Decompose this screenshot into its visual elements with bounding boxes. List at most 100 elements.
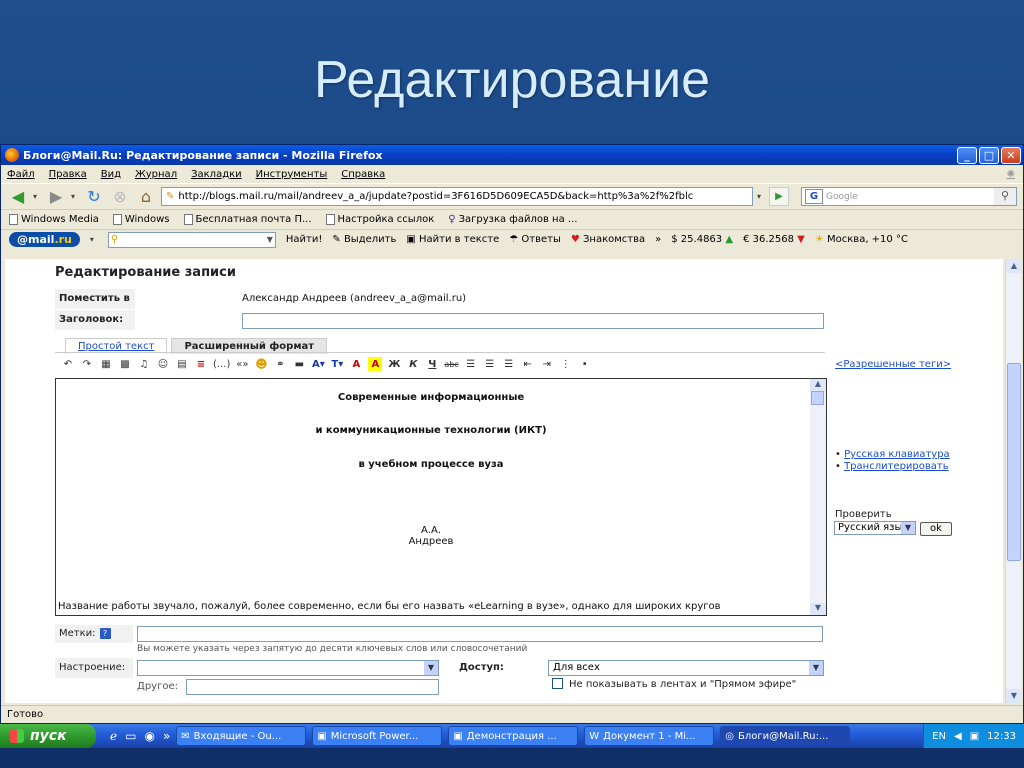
language-indicator[interactable]: EN [932, 731, 946, 742]
dating-button[interactable]: ♥ Знакомства [571, 234, 645, 245]
font-size-button[interactable]: T▾ [330, 357, 344, 371]
url-text[interactable]: http://blogs.mail.ru/mail/andreev_a_a/ju… [178, 191, 693, 202]
editor-author-initials[interactable]: А.А. [56, 525, 806, 536]
media-player-icon[interactable]: ◉ [144, 729, 154, 743]
numbered-list-icon[interactable]: ⋮ [559, 357, 573, 371]
scroll-down-icon[interactable]: ▼ [1006, 689, 1022, 703]
minimize-button[interactable]: _ [957, 146, 977, 164]
transliterate-link[interactable]: Транслитерировать [844, 461, 949, 472]
insert-user-icon[interactable]: ☺ [156, 357, 170, 371]
underline-button[interactable]: Ч [425, 357, 439, 371]
find-in-text-button[interactable]: ▣ Найти в тексте [406, 234, 499, 245]
reload-icon[interactable]: ↻ [83, 186, 105, 208]
usd-rate[interactable]: $ 25.4863 ▲ [671, 234, 733, 245]
task-firefox[interactable]: ◎ Блоги@Mail.Ru:... [720, 726, 851, 746]
menu-bookmarks[interactable]: Закладки [191, 169, 242, 180]
menu-help[interactable]: Справка [341, 169, 385, 180]
align-right-icon[interactable]: ☰ [502, 357, 516, 371]
task-outlook[interactable]: ✉ Входящие - Ou... [176, 726, 307, 746]
allowed-tags-link[interactable]: <Разрешенные теги> [835, 359, 951, 370]
network-icon[interactable]: ▣ [970, 731, 979, 742]
home-icon[interactable]: ⌂ [135, 186, 157, 208]
go-arrow-icon[interactable]: ▶ [769, 187, 789, 206]
bold-button[interactable]: Ж [387, 357, 401, 371]
tags-input[interactable] [137, 626, 823, 642]
menu-tools[interactable]: Инструменты [256, 169, 328, 180]
back-arrow-icon[interactable]: ◀ [7, 186, 29, 208]
window-titlebar[interactable]: Блоги@Mail.Ru: Редактирование записи - M… [1, 145, 1023, 165]
eur-rate[interactable]: € 36.2568 ▼ [743, 234, 805, 245]
forward-arrow-icon[interactable]: ▶ [45, 186, 67, 208]
mood-select[interactable]: ▼ [137, 660, 439, 676]
task-word[interactable]: W Документ 1 - Mi... [584, 726, 715, 746]
spellcheck-ok-button[interactable]: ok [920, 522, 952, 536]
editor-line-3[interactable]: в учебном процессе вуза [56, 459, 806, 470]
bulleted-list-icon[interactable]: • [578, 357, 592, 371]
address-bar[interactable]: ✎ http://blogs.mail.ru/mail/andreev_a_a/… [161, 187, 753, 206]
maximize-button[interactable]: □ [979, 146, 999, 164]
stop-icon[interactable]: ⊗ [109, 186, 131, 208]
rich-text-editor[interactable]: Современные информационные и коммуникаци… [55, 378, 827, 616]
scroll-up-icon[interactable]: ▲ [810, 379, 826, 391]
clock[interactable]: 12:33 [987, 731, 1016, 742]
search-box[interactable]: G Google ⚲ [801, 187, 1017, 206]
quotes-button[interactable]: «» [235, 357, 249, 371]
close-button[interactable]: ✕ [1001, 146, 1021, 164]
smiley-icon[interactable]: ☻ [254, 357, 268, 371]
task-demo[interactable]: ▣ Демонстрация ... [448, 726, 579, 746]
editor-author-name[interactable]: Андреев [56, 536, 806, 547]
start-button[interactable]: пуск [0, 724, 96, 748]
strikethrough-button[interactable]: abc [444, 357, 458, 371]
redo-icon[interactable]: ↷ [80, 357, 94, 371]
insert-image-icon[interactable]: ▦ [99, 357, 113, 371]
bookmark-windows-media[interactable]: Windows Media [9, 214, 99, 225]
forward-history-dropdown-icon[interactable]: ▾ [71, 192, 79, 201]
scroll-down-icon[interactable]: ▼ [810, 603, 826, 615]
url-history-dropdown-icon[interactable]: ▾ [757, 192, 765, 201]
insert-photo-icon[interactable]: ▤ [175, 357, 189, 371]
search-placeholder[interactable]: Google [826, 192, 858, 202]
answers-button[interactable]: ☂ Ответы [509, 234, 561, 245]
page-scroll-thumb[interactable] [1007, 363, 1021, 561]
tray-collapse-icon[interactable]: ◀ [954, 731, 962, 742]
bookmark-file-upload[interactable]: ♀ Загрузка файлов на ... [448, 214, 577, 225]
scroll-up-icon[interactable]: ▲ [1006, 259, 1022, 273]
chevron-down-icon[interactable]: ▼ [267, 235, 273, 244]
bookmark-link-settings[interactable]: Настройка ссылок [325, 214, 434, 225]
editor-paragraph[interactable]: Название работы звучало, пожалуй, более … [58, 601, 808, 612]
access-select[interactable]: Для всех ▼ [548, 660, 824, 676]
chevron-down-icon[interactable]: ▼ [424, 661, 438, 675]
italic-button[interactable]: К [406, 357, 420, 371]
chevron-down-icon[interactable]: ▼ [901, 522, 915, 534]
google-engine-icon[interactable]: G [805, 189, 823, 204]
highlight-button[interactable]: ✎ Выделить [332, 234, 396, 245]
menu-file[interactable]: Файл [7, 169, 35, 180]
ie-icon[interactable]: ℯ [110, 729, 117, 743]
menu-edit[interactable]: Правка [49, 169, 87, 180]
text-color-icon[interactable]: A [349, 357, 363, 371]
more-chevron-icon[interactable]: » [655, 234, 661, 245]
horizontal-rule-icon[interactable]: ▬ [292, 357, 306, 371]
desktop-icon[interactable]: ▭ [125, 729, 136, 743]
menu-history[interactable]: Журнал [135, 169, 177, 180]
align-center-icon[interactable]: ☰ [483, 357, 497, 371]
mailru-menu-dropdown-icon[interactable]: ▾ [90, 235, 98, 244]
editor-line-2[interactable]: и коммуникационные технологии (ИКТ) [56, 425, 806, 436]
undo-icon[interactable]: ↶ [61, 357, 75, 371]
bookmark-windows[interactable]: Windows [112, 214, 170, 225]
menu-view[interactable]: Вид [101, 169, 121, 180]
rus-keyboard-link[interactable]: Русская клавиатура [844, 449, 950, 460]
page-scrollbar[interactable]: ▲ ▼ [1005, 259, 1022, 703]
link-icon[interactable]: ⚭ [273, 357, 287, 371]
mailru-search-input[interactable]: ⚲ ▼ [107, 231, 276, 248]
insert-music-icon[interactable]: ♫ [137, 357, 151, 371]
indent-icon[interactable]: ⇥ [540, 357, 554, 371]
bookmark-free-mail[interactable]: Бесплатная почта П... [183, 214, 312, 225]
more-chevron-icon[interactable]: » [163, 729, 170, 743]
title-input[interactable] [242, 313, 824, 329]
mailru-logo[interactable]: @mail.ru [9, 232, 80, 247]
align-left-icon[interactable]: ☰ [464, 357, 478, 371]
task-powerpoint[interactable]: ▣ Microsoft Power... [312, 726, 443, 746]
spellcheck-language-select[interactable]: Русский язык ▼ [834, 521, 916, 535]
help-icon[interactable]: ? [99, 628, 111, 639]
